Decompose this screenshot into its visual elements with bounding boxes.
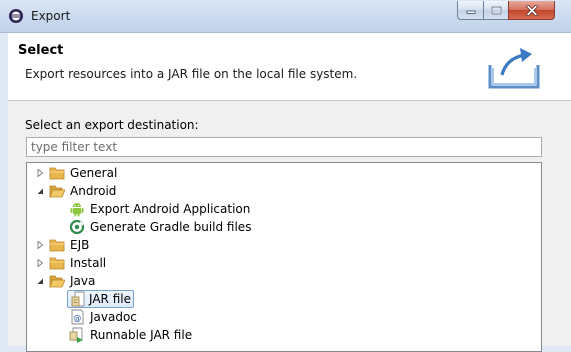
minimize-icon (466, 10, 475, 14)
tree-item-javadoc[interactable]: @ Javadoc (69, 308, 137, 326)
minimize-button[interactable] (457, 1, 484, 20)
tree-item-label: Runnable JAR file (90, 328, 193, 342)
collapse-arrow-icon[interactable] (35, 276, 45, 286)
expand-arrow-icon[interactable] (35, 258, 45, 268)
tree-item-label: Install (70, 256, 107, 270)
window-title: Export (31, 9, 71, 23)
jar-file-icon (70, 291, 86, 307)
maximize-icon (490, 5, 502, 15)
svg-text:@: @ (73, 314, 81, 323)
tree-item-runnable-jar-file[interactable]: Runnable JAR file (69, 326, 192, 344)
tree-item-label: Export Android Application (90, 202, 251, 216)
expand-arrow-icon[interactable] (35, 240, 45, 250)
export-destination-tree[interactable]: General Android Export Android Applicati… (26, 162, 542, 352)
tree-item-label: General (70, 166, 118, 180)
folder-open-icon (49, 273, 65, 289)
tree-item-generate-gradle[interactable]: Generate Gradle build files (69, 218, 251, 236)
tree-item-label: Javadoc (90, 310, 137, 324)
gradle-icon (69, 219, 85, 235)
page-title: Select (18, 43, 64, 58)
wizard-content: Select an export destination: General An… (8, 101, 571, 352)
tree-item-android[interactable]: Android (35, 182, 116, 200)
tree-item-java[interactable]: Java (35, 272, 95, 290)
tree-item-jar-file[interactable]: JAR file (67, 290, 134, 308)
export-destination-label: Select an export destination: (25, 118, 199, 132)
folder-icon (49, 237, 65, 253)
eclipse-icon (9, 9, 23, 23)
tree-item-export-android-application[interactable]: Export Android Application (69, 200, 250, 218)
tree-item-label: Generate Gradle build files (90, 220, 252, 234)
tree-item-label: JAR file (89, 292, 131, 306)
tree-item-label: Android (70, 184, 117, 198)
tree-item-label: EJB (70, 238, 90, 252)
collapse-arrow-icon[interactable] (35, 186, 45, 196)
expand-arrow-icon[interactable] (35, 168, 45, 178)
tree-item-install[interactable]: Install (35, 254, 106, 272)
folder-icon (49, 255, 65, 271)
filter-input[interactable] (26, 137, 542, 157)
folder-icon (49, 165, 65, 181)
android-icon (69, 201, 85, 217)
title-bar: Export (0, 0, 571, 33)
folder-open-icon (49, 183, 65, 199)
tree-item-label: Java (70, 274, 96, 288)
close-button[interactable] (508, 1, 555, 20)
maximize-button[interactable] (483, 1, 509, 20)
page-description: Export resources into a JAR file on the … (25, 67, 358, 81)
export-wizard-icon (488, 48, 540, 89)
tree-item-general[interactable]: General (35, 164, 117, 182)
wizard-banner: Select Export resources into a JAR file … (8, 33, 571, 101)
javadoc-icon: @ (69, 309, 85, 325)
selection-highlight: JAR file (67, 290, 134, 308)
runnable-jar-icon (69, 327, 85, 343)
close-icon (525, 4, 538, 16)
tree-item-ejb[interactable]: EJB (35, 236, 89, 254)
